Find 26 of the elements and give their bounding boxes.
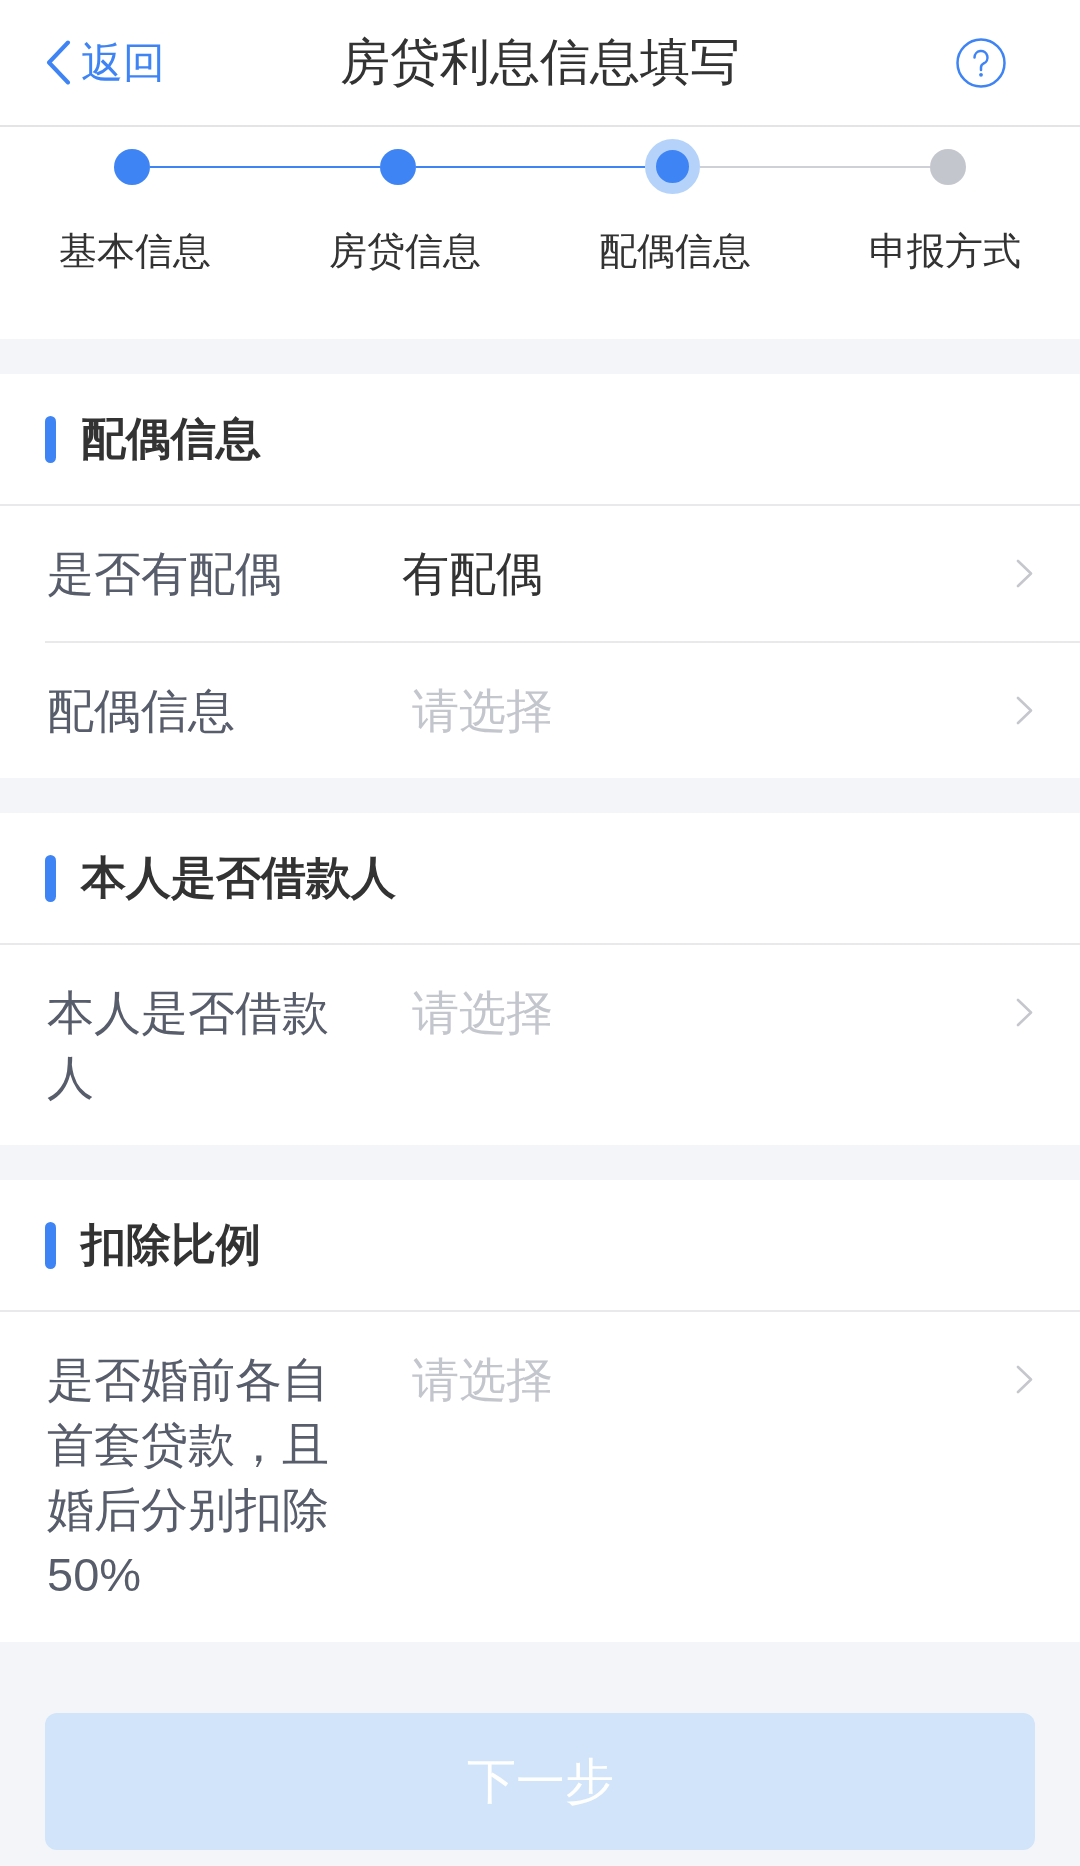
section-title: 扣除比例 xyxy=(81,1218,261,1272)
field-label: 本人是否借款人 xyxy=(47,985,330,1106)
accent-bar-icon xyxy=(45,415,56,463)
section-title: 本人是否借款人 xyxy=(81,851,396,905)
chevron-right-icon[interactable] xyxy=(1016,998,1033,1027)
select-field[interactable]: 请选择 xyxy=(412,678,553,743)
step-label: 申报方式 xyxy=(868,229,1022,274)
chevron-right-icon[interactable] xyxy=(1016,559,1033,588)
accent-bar-icon xyxy=(45,1221,56,1269)
step-label: 基本信息 xyxy=(58,229,212,274)
chevron-left-icon xyxy=(45,40,71,85)
field-label: 配偶信息 xyxy=(47,683,236,739)
back-button[interactable]: 返回 xyxy=(45,40,165,85)
field-label: 是否有配偶 xyxy=(47,546,283,602)
chevron-right-icon[interactable] xyxy=(1016,696,1033,725)
help-icon[interactable] xyxy=(956,37,1006,88)
field-label: 是否婚前各自首套贷款，且婚后分别扣除50% xyxy=(47,1352,330,1603)
step-label: 配偶信息 xyxy=(598,229,752,274)
section-title: 配偶信息 xyxy=(81,412,261,466)
accent-bar-icon xyxy=(45,854,56,902)
select-field[interactable]: 有配偶 xyxy=(402,541,543,606)
select-field[interactable]: 请选择 xyxy=(412,980,553,1045)
step-label: 房贷信息 xyxy=(328,229,482,274)
page-title: 房贷利息信息填写 xyxy=(340,33,740,92)
select-field[interactable]: 请选择 xyxy=(412,1347,553,1412)
chevron-right-icon[interactable] xyxy=(1016,1365,1033,1394)
